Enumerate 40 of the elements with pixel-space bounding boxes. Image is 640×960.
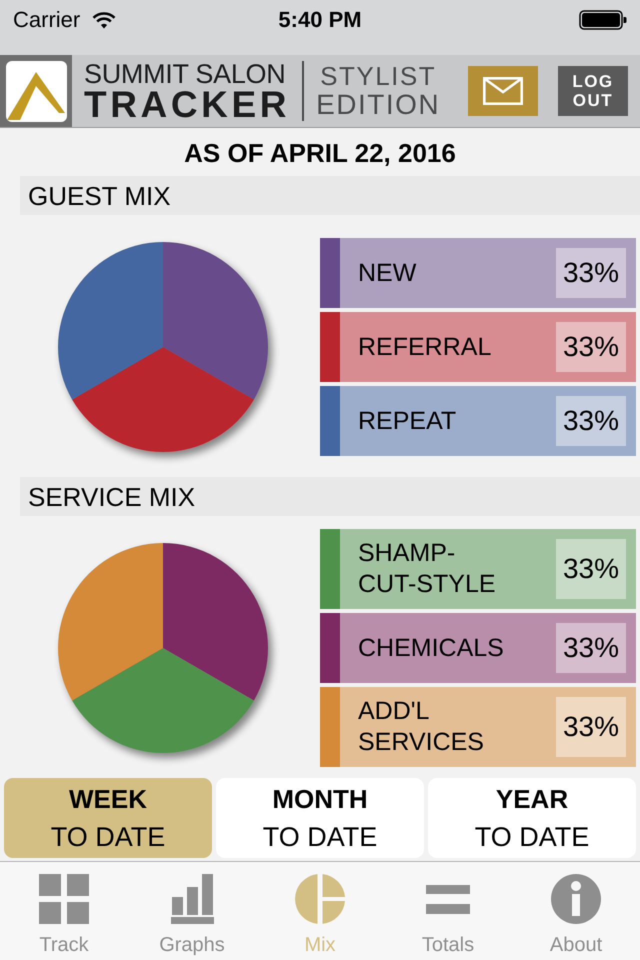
tab-item[interactable]: Totals: [384, 862, 512, 960]
tab-item[interactable]: Mix: [256, 862, 384, 960]
tab-item[interactable]: Track: [0, 862, 128, 960]
equals-icon: [426, 884, 470, 914]
legend-label: ADD'L SERVICES: [358, 696, 485, 758]
period-button[interactable]: YEAR TO DATE: [428, 778, 636, 858]
mountain-logo-icon: [0, 55, 72, 127]
legend-label: NEW: [358, 258, 416, 288]
percent-value: 33%: [556, 396, 626, 446]
section-heading: GUEST MIX: [20, 176, 640, 215]
info-icon: [551, 874, 601, 924]
percent-value: 33%: [556, 697, 626, 757]
period-button[interactable]: MONTH TO DATE: [216, 778, 424, 858]
percent-value: 33%: [556, 539, 626, 599]
legend-label: CHEMICALS: [358, 632, 504, 664]
logout-button[interactable]: LOG OUT: [558, 66, 628, 116]
percent-value: 33%: [556, 322, 626, 372]
grid-icon: [39, 874, 89, 924]
brand-title: SUMMIT SALON: [84, 60, 286, 88]
legend-label: SHAMP-CUT-STYLE: [358, 538, 497, 600]
legend-label: REFERRAL: [358, 332, 492, 362]
mail-icon: [483, 77, 523, 105]
period-button[interactable]: WEEK TO DATE: [4, 778, 212, 858]
battery-icon: [579, 10, 627, 30]
legend-label: REPEAT: [358, 406, 456, 436]
carrier-label: Carrier: [13, 7, 80, 33]
edition-label: STYLIST: [320, 62, 436, 90]
brand-subtitle: TRACKER: [84, 88, 290, 122]
wifi-icon: [92, 12, 116, 28]
tab-item[interactable]: Graphs: [128, 862, 256, 960]
mail-button[interactable]: [468, 66, 538, 116]
bar-chart-icon: [170, 874, 214, 924]
percent-value: 33%: [556, 623, 626, 673]
clock-label: 5:40 PM: [278, 7, 362, 33]
edition-label: EDITION: [316, 90, 440, 120]
tab-item[interactable]: About: [512, 862, 640, 960]
percent-value: 33%: [556, 248, 626, 298]
pie-chart-icon: [295, 874, 345, 924]
date-heading: AS OF APRIL 22, 2016: [183, 137, 457, 170]
section-heading: SERVICE MIX: [20, 477, 640, 516]
